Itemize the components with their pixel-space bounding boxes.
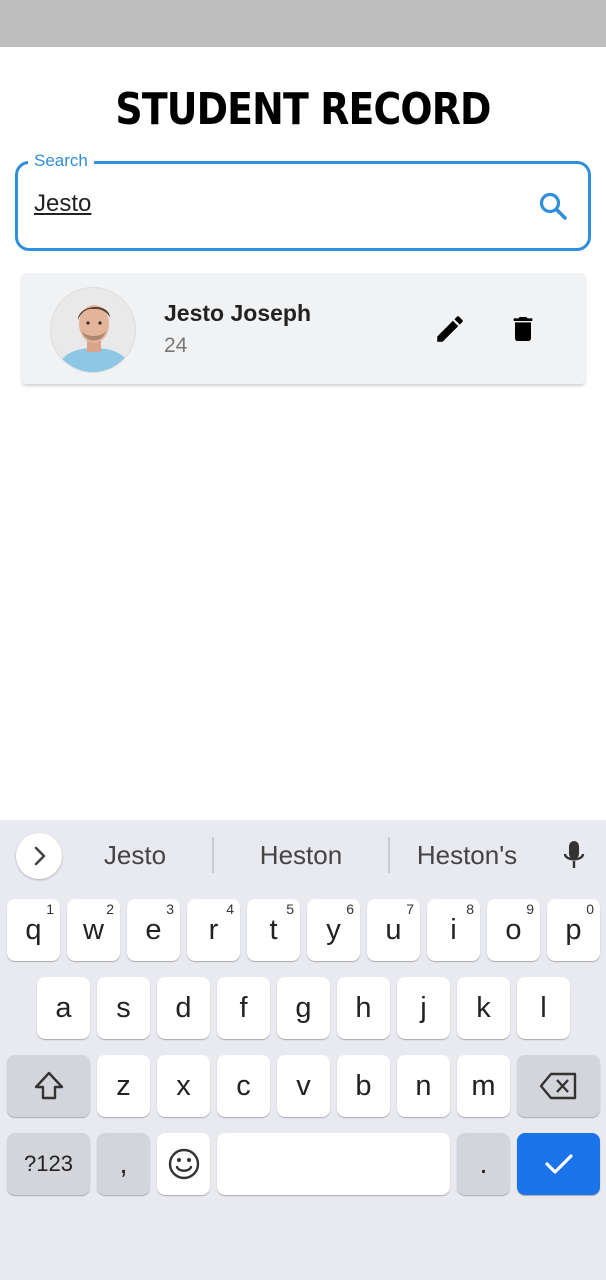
- backspace-icon: [539, 1072, 576, 1100]
- page-title: STUDENT RECORD: [115, 84, 491, 135]
- key-u[interactable]: u7: [367, 899, 420, 961]
- space-key[interactable]: [217, 1133, 450, 1195]
- period-key[interactable]: .: [457, 1133, 510, 1195]
- key-p[interactable]: p0: [547, 899, 600, 961]
- suggestion-divider: [212, 837, 214, 873]
- key-m[interactable]: m: [457, 1055, 510, 1117]
- key-j[interactable]: j: [397, 977, 450, 1039]
- emoji-key[interactable]: [157, 1133, 210, 1195]
- suggestion-3[interactable]: Heston's: [396, 840, 538, 871]
- backspace-key[interactable]: [517, 1055, 600, 1117]
- symbols-key[interactable]: ?123: [7, 1133, 90, 1195]
- key-n[interactable]: n: [397, 1055, 450, 1117]
- chevron-right-icon: [34, 846, 46, 866]
- search-label: Search: [28, 151, 94, 171]
- key-e[interactable]: e3: [127, 899, 180, 961]
- key-y[interactable]: y6: [307, 899, 360, 961]
- key-d[interactable]: d: [157, 977, 210, 1039]
- key-k[interactable]: k: [457, 977, 510, 1039]
- student-name: Jesto Joseph: [164, 300, 311, 326]
- suggestion-2[interactable]: Heston: [225, 840, 377, 871]
- key-x[interactable]: x: [157, 1055, 210, 1117]
- on-screen-keyboard: [0, 820, 606, 1280]
- suggestion-expand-button[interactable]: [16, 833, 62, 879]
- suggestion-1[interactable]: Jesto: [70, 840, 200, 871]
- key-c[interactable]: c: [217, 1055, 270, 1117]
- key-h[interactable]: h: [337, 977, 390, 1039]
- key-v[interactable]: v: [277, 1055, 330, 1117]
- key-z[interactable]: z: [97, 1055, 150, 1117]
- delete-icon[interactable]: [507, 312, 539, 346]
- status-bar: [0, 0, 606, 47]
- student-age: 24: [164, 334, 188, 357]
- search-icon[interactable]: [537, 190, 569, 222]
- key-o[interactable]: o9: [487, 899, 540, 961]
- key-f[interactable]: f: [217, 977, 270, 1039]
- edit-icon[interactable]: [433, 312, 467, 346]
- key-t[interactable]: t5: [247, 899, 300, 961]
- comma-key[interactable]: ,: [97, 1133, 150, 1195]
- key-q[interactable]: q1: [7, 899, 60, 961]
- shift-arrow-icon: [34, 1071, 63, 1100]
- student-photo: [51, 288, 135, 372]
- shift-key[interactable]: [7, 1055, 90, 1117]
- emoji-icon: [168, 1148, 199, 1180]
- enter-key[interactable]: [517, 1133, 600, 1195]
- checkmark-icon: [544, 1154, 573, 1174]
- key-s[interactable]: s: [97, 977, 150, 1039]
- key-g[interactable]: g: [277, 977, 330, 1039]
- mic-icon[interactable]: [562, 839, 586, 871]
- search-input[interactable]: Jesto: [34, 190, 91, 218]
- search-field[interactable]: [15, 161, 591, 251]
- key-b[interactable]: b: [337, 1055, 390, 1117]
- suggestion-divider: [388, 837, 390, 873]
- key-w[interactable]: w2: [67, 899, 120, 961]
- key-l[interactable]: l: [517, 977, 570, 1039]
- key-r[interactable]: r4: [187, 899, 240, 961]
- key-i[interactable]: i8: [427, 899, 480, 961]
- avatar: [50, 287, 136, 373]
- key-a[interactable]: a: [37, 977, 90, 1039]
